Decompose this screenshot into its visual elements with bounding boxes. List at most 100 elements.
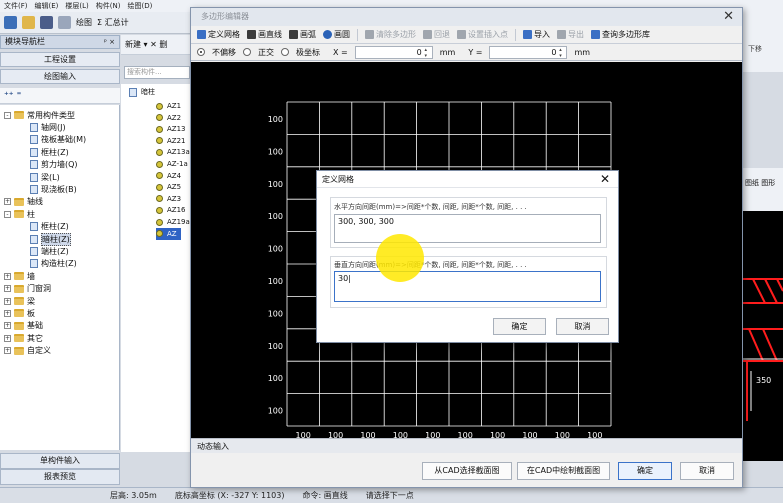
cad-drawing: 350 — [743, 278, 783, 421]
tree-node-6[interactable]: 现浇板(B) — [30, 183, 77, 195]
column-icon — [156, 137, 163, 145]
tree-node-label: 柱 — [27, 209, 35, 219]
expander-icon[interactable]: - — [4, 111, 11, 119]
move-down-button[interactable]: 下移 — [748, 44, 762, 54]
component-item[interactable]: AZ3 — [156, 193, 181, 205]
undo-icon — [423, 30, 432, 39]
component-type-icon — [30, 184, 38, 194]
component-item[interactable]: AZ4 — [156, 170, 181, 182]
tree-node-0[interactable]: - 常用构件类型 — [4, 109, 75, 121]
tree-node-3[interactable]: 框柱(Z) — [30, 146, 69, 158]
tree-node-17[interactable]: + 基础 — [4, 320, 43, 332]
component-item[interactable]: AZ — [156, 227, 181, 240]
nav-tab-drawing-input[interactable]: 绘图输入 — [0, 69, 120, 84]
dialog-close-icon[interactable]: ✕ — [600, 172, 610, 187]
menu-item-3[interactable]: 构件(N) — [96, 1, 121, 11]
tool-circle-button[interactable]: 画圆 — [323, 29, 350, 40]
menu-item-4[interactable]: 绘图(D) — [127, 1, 152, 11]
component-item[interactable]: AZ13a — [156, 146, 190, 158]
tool-arc-button[interactable]: 画弧 — [289, 29, 316, 40]
column-icon — [156, 183, 163, 191]
component-item[interactable]: AZ21 — [156, 135, 186, 147]
component-root[interactable]: 暗柱 — [129, 86, 155, 98]
dialog-cancel-button[interactable]: 取消 — [556, 318, 609, 335]
expander-icon[interactable]: + — [4, 272, 11, 280]
single-component-input-tab[interactable]: 单构件输入 — [0, 453, 120, 469]
draw-section-in-cad-button[interactable]: 在CAD中绘制截面图 — [517, 462, 610, 480]
x-coordinate-input[interactable]: 0 — [354, 45, 433, 59]
report-preview-tab[interactable]: 报表预览 — [0, 469, 120, 485]
menu-item-0[interactable]: 文件(F) — [4, 1, 28, 11]
component-item[interactable]: AZ2 — [156, 112, 181, 124]
tool-grid-button[interactable]: 定义网格 — [197, 29, 240, 40]
tree-node-10[interactable]: 暗柱(Z) — [30, 232, 71, 246]
tool-insert-point-button[interactable]: 设置插入点 — [457, 29, 508, 40]
tree-node-7[interactable]: + 轴线 — [4, 196, 43, 208]
nav-tab-project-settings[interactable]: 工程设置 — [0, 52, 120, 67]
tree-node-18[interactable]: + 其它 — [4, 332, 43, 344]
cad-view[interactable]: 350 — [743, 211, 783, 461]
tool-line-button[interactable]: 画直线 — [247, 29, 282, 40]
drawing-tab[interactable]: 图纸 — [745, 179, 759, 187]
tree-node-1[interactable]: 轴网(J) — [30, 121, 66, 133]
tree-node-13[interactable]: + 墙 — [4, 270, 35, 282]
tool-clear-button[interactable]: 清除多边形 — [365, 29, 416, 40]
expander-icon[interactable]: + — [4, 334, 11, 342]
tool-import-button[interactable]: 导入 — [523, 29, 550, 40]
menu-item-2[interactable]: 楼层(L) — [65, 1, 88, 11]
expander-icon[interactable]: + — [4, 285, 11, 293]
figure-tab[interactable]: 图形 — [761, 179, 775, 187]
tree-node-11[interactable]: 端柱(Z) — [30, 245, 69, 257]
draw-button[interactable]: 绘图 — [76, 17, 92, 28]
grid-column-label: 100 — [360, 431, 375, 438]
mode-label-no-offset: 不偏移 — [212, 47, 236, 57]
tool-export-button[interactable]: 导出 — [557, 29, 584, 40]
select-section-from-cad-button[interactable]: 从CAD选择截面图 — [422, 462, 512, 480]
tree-node-5[interactable]: 梁(L) — [30, 171, 60, 183]
dialog-ok-button[interactable]: 确定 — [493, 318, 546, 335]
pin-icon[interactable]: ᵖ × — [104, 36, 115, 48]
tree-node-14[interactable]: + 门窗洞 — [4, 283, 51, 295]
new-file-icon[interactable] — [4, 16, 17, 29]
menu-item-1[interactable]: 编辑(E) — [35, 1, 59, 11]
tree-node-2[interactable]: 筏板基础(M) — [30, 134, 86, 146]
component-item[interactable]: AZ1 — [156, 100, 181, 112]
component-item[interactable]: AZ5 — [156, 181, 181, 193]
tool-search-button[interactable]: 查询多边形库 — [591, 29, 650, 40]
summary-button[interactable]: Σ 汇总计 — [97, 17, 129, 28]
mode-radio-no-offset[interactable] — [197, 48, 205, 56]
expander-icon[interactable]: + — [4, 297, 11, 305]
component-item[interactable]: AZ16 — [156, 204, 186, 216]
undo-icon[interactable] — [58, 16, 71, 29]
expand-collapse-icon[interactable]: ⁺⁺ ⁼ — [0, 88, 120, 104]
expander-icon[interactable]: - — [4, 210, 11, 218]
tree-node-8[interactable]: -柱 — [4, 208, 35, 220]
vertical-spacing-input[interactable]: 30| — [334, 271, 601, 302]
dynamic-input-tab[interactable]: 动态输入 — [191, 438, 742, 453]
mode-radio-polar[interactable] — [281, 48, 289, 56]
mode-radio-orthogonal[interactable] — [243, 48, 251, 56]
open-folder-icon[interactable] — [22, 16, 35, 29]
close-icon[interactable]: ✕ — [723, 10, 734, 24]
tree-node-12[interactable]: 构造柱(Z) — [30, 258, 77, 270]
editor-cancel-button[interactable]: 取消 — [680, 462, 734, 480]
tree-node-15[interactable]: + 梁 — [4, 295, 35, 307]
horizontal-spacing-input[interactable]: 300, 300, 300 — [334, 214, 601, 243]
tree-node-16[interactable]: + 板 — [4, 307, 35, 319]
save-icon[interactable] — [40, 16, 53, 29]
expander-icon[interactable]: + — [4, 322, 11, 330]
editor-ok-button[interactable]: 确定 — [618, 462, 672, 480]
tree-node-9[interactable]: 框柱(Z) — [30, 221, 69, 233]
tree-node-19[interactable]: + 自定义 — [4, 345, 51, 357]
expander-icon[interactable]: + — [4, 347, 11, 355]
component-item[interactable]: AZ19a — [156, 216, 190, 228]
expander-icon[interactable]: + — [4, 309, 11, 317]
component-item[interactable]: AZ-1a — [156, 158, 188, 170]
tree-node-4[interactable]: 剪力墙(Q) — [30, 159, 78, 171]
tool-undo-button[interactable]: 回退 — [423, 29, 450, 40]
new-component-button[interactable]: 新建 ▾ ✕ 删 — [125, 39, 167, 50]
y-coordinate-input[interactable]: 0 — [489, 45, 568, 59]
expander-icon[interactable]: + — [4, 198, 11, 206]
component-item[interactable]: AZ13 — [156, 123, 186, 135]
component-search-input[interactable]: 搜索构件... — [124, 66, 190, 79]
